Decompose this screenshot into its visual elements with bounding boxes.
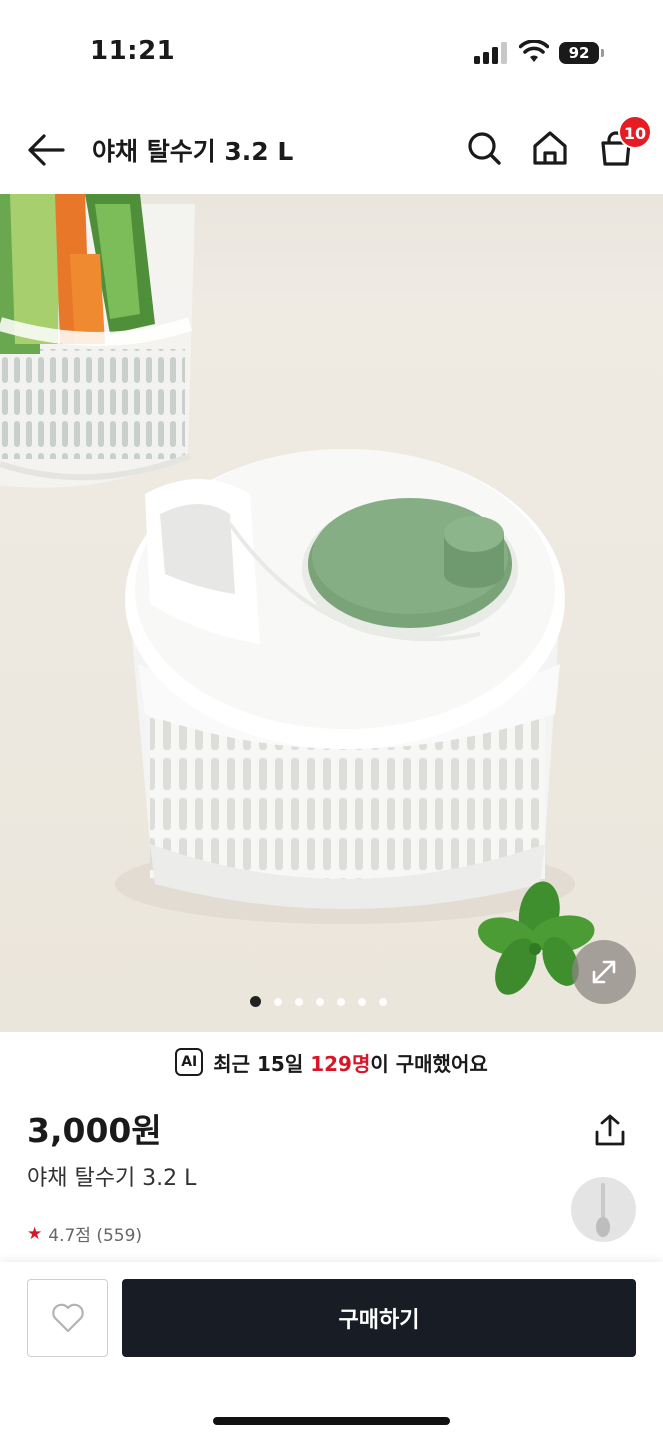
carousel-pagination bbox=[250, 996, 387, 1007]
carousel-dot[interactable] bbox=[295, 997, 303, 1006]
purchase-count-text: 최근 15일 129명이 구매했어요 bbox=[213, 1048, 488, 1077]
purchase-count-suffix: 이 구매했어요 bbox=[370, 1051, 488, 1076]
page-title: 야채 탈수기 3.2 L bbox=[92, 137, 294, 166]
ai-badge-icon: AI bbox=[175, 1048, 204, 1076]
back-button[interactable] bbox=[24, 128, 68, 172]
home-indicator bbox=[213, 1417, 450, 1425]
cart-count-badge: 10 bbox=[618, 115, 652, 149]
status-bar: 11:21 92 bbox=[0, 0, 663, 100]
carousel-dot[interactable] bbox=[379, 997, 387, 1006]
related-product-thumbnail[interactable] bbox=[571, 1177, 636, 1242]
status-time: 11:21 bbox=[90, 36, 176, 66]
carousel-dot[interactable] bbox=[274, 997, 282, 1006]
ai-purchase-banner: AI 최근 15일 129명이 구매했어요 bbox=[0, 1040, 663, 1084]
share-button[interactable] bbox=[588, 1108, 632, 1152]
product-name: 야채 탈수기 3.2 L bbox=[27, 1166, 197, 1191]
home-icon bbox=[533, 131, 567, 165]
carousel-dot[interactable] bbox=[250, 996, 261, 1007]
product-price: 3,000원 bbox=[27, 1111, 162, 1150]
battery-level: 92 bbox=[559, 42, 599, 64]
rating-text: 4.7점 (559) bbox=[48, 1226, 143, 1246]
purchase-count-highlight: 129명 bbox=[310, 1051, 371, 1076]
back-arrow-icon bbox=[28, 134, 65, 166]
product-image-carousel[interactable] bbox=[0, 194, 663, 1032]
expand-image-button[interactable] bbox=[572, 940, 636, 1004]
product-rating[interactable]: ★ 4.7점 (559) bbox=[27, 1221, 143, 1247]
purchase-count-prefix: 최근 15일 bbox=[213, 1051, 311, 1076]
signal-icon bbox=[474, 42, 508, 68]
top-nav-bar: 야채 탈수기 3.2 L bbox=[0, 110, 663, 190]
carousel-dot[interactable] bbox=[337, 997, 345, 1006]
buy-button[interactable]: 구매하기 bbox=[122, 1279, 636, 1357]
heart-icon bbox=[51, 1303, 84, 1333]
search-button[interactable] bbox=[464, 128, 504, 168]
carousel-dot[interactable] bbox=[358, 997, 366, 1006]
salad-spinner-photo bbox=[0, 194, 663, 1032]
home-button[interactable] bbox=[530, 128, 570, 168]
expand-icon bbox=[592, 960, 616, 984]
search-icon bbox=[468, 132, 501, 165]
share-icon bbox=[595, 1114, 625, 1146]
battery-tip bbox=[601, 49, 604, 57]
star-icon: ★ bbox=[27, 1223, 43, 1244]
wishlist-button[interactable] bbox=[27, 1279, 108, 1357]
wifi-icon bbox=[518, 39, 550, 68]
spoon-thumbnail-icon bbox=[596, 1183, 610, 1237]
carousel-dot[interactable] bbox=[316, 997, 324, 1006]
